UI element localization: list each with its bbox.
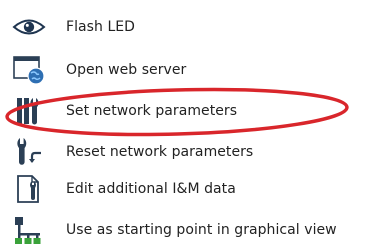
menu-item-label: Use as starting point in graphical view <box>66 222 337 238</box>
menu-item-flash-led[interactable]: Flash LED <box>0 7 365 47</box>
reset-network-icon <box>11 136 47 168</box>
menu-item-label: Edit additional I&M data <box>66 181 236 197</box>
edit-im-data-icon <box>11 173 47 205</box>
network-parameters-icon <box>11 95 47 127</box>
menu-item-reset-network-parameters[interactable]: Reset network parameters <box>0 132 365 172</box>
menu-item-graphical-view[interactable]: Use as starting point in graphical view <box>0 210 365 250</box>
web-server-icon <box>11 54 47 86</box>
menu-item-open-web-server[interactable]: Open web server <box>0 50 365 90</box>
context-menu: Flash LED Open web server Set network pa… <box>0 0 365 252</box>
menu-item-set-network-parameters[interactable]: Set network parameters <box>0 91 365 131</box>
menu-item-label: Open web server <box>66 62 187 78</box>
menu-item-edit-im-data[interactable]: Edit additional I&M data <box>0 169 365 209</box>
eye-icon <box>11 11 47 43</box>
menu-item-label: Reset network parameters <box>66 144 254 160</box>
menu-item-label: Set network parameters <box>66 103 238 119</box>
menu-item-label: Flash LED <box>66 19 136 35</box>
graphical-view-icon <box>11 214 47 246</box>
